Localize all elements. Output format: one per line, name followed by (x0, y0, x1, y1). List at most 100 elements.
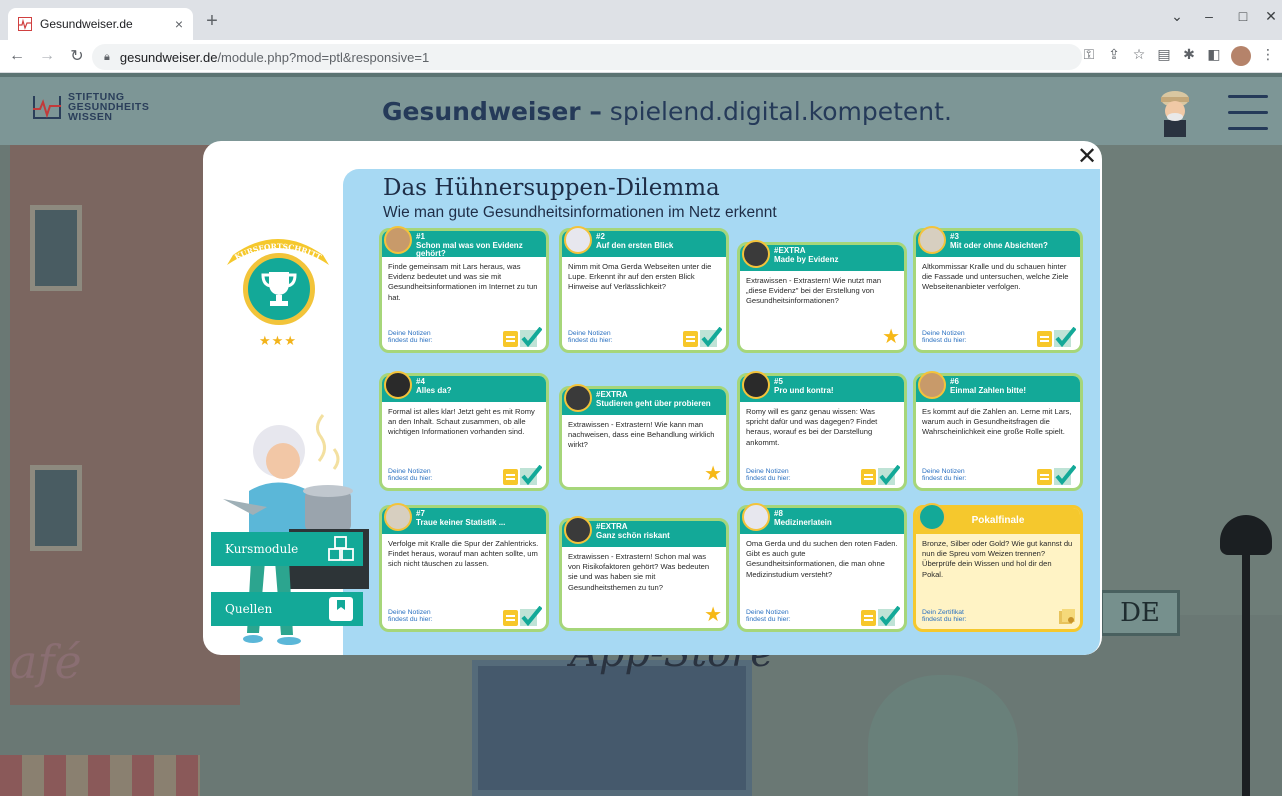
extensions-icon[interactable]: ✱ (1181, 46, 1197, 66)
module-title: Mit oder ohne Absichten? (950, 240, 1048, 250)
module-card[interactable]: #EXTRA Ganz schön riskant Extrawissen - Ex… (559, 516, 729, 631)
module-card[interactable]: #2 Auf den ersten Blick Nimm mit Oma Gerda… (559, 226, 729, 353)
new-tab-button[interactable]: + (200, 10, 224, 34)
module-card[interactable]: #1 Schon mal was von Evidenz gehört? Finde… (379, 226, 549, 353)
notes-icon[interactable] (861, 469, 876, 485)
notes-link[interactable]: Deine Notizen findest du hier: (568, 330, 628, 345)
notes-icon[interactable] (683, 331, 698, 347)
modal-title: Das Hühnersuppen-Dilemma (383, 175, 720, 201)
quellen-button[interactable]: Quellen (211, 592, 363, 626)
character-avatar (384, 226, 412, 254)
completed-check-icon (878, 606, 900, 626)
module-card[interactable]: #EXTRA Studieren geht über probieren Extra… (559, 384, 729, 490)
module-status (1058, 608, 1076, 626)
cafe-awning (0, 755, 200, 796)
notes-link[interactable]: Deine Notizen findest du hier: (388, 330, 448, 345)
notes-icon[interactable] (1037, 469, 1052, 485)
completed-check-icon (520, 606, 542, 626)
module-status (861, 606, 900, 626)
site-header: STIFTUNG GESUNDHEITS WISSEN Gesundweiser… (0, 73, 1282, 145)
kursmodule-button[interactable]: Kursmodule (211, 532, 363, 566)
quellen-label: Quellen (225, 602, 273, 616)
modal-close-button[interactable]: ✕ (1077, 145, 1097, 169)
completed-check-icon (878, 465, 900, 485)
module-title: Einmal Zahlen bitte! (950, 385, 1027, 395)
tab-close-icon[interactable]: × (175, 16, 183, 32)
module-title: Ganz schön riskant (596, 530, 670, 540)
certificate-link[interactable]: Dein Zertifikat findest du hier: (922, 609, 982, 624)
course-modal: ✕ Das Hühnersuppen-Dilemma Wie man gute … (203, 141, 1102, 655)
module-card[interactable]: #5 Pro und kontra! Romy will es ganz genau… (737, 371, 907, 491)
notes-link[interactable]: Deine Notizen findest du hier: (922, 468, 982, 483)
forward-arrow-icon[interactable]: → (34, 47, 60, 65)
module-description: Extrawissen - Extrastern! Wie nutzt man … (746, 276, 882, 306)
notes-icon[interactable] (861, 610, 876, 626)
modal-subtitle: Wie man gute Gesundheitsinformationen im… (383, 204, 777, 221)
module-description: Formal ist alles klar! Jetzt geht es mit… (388, 407, 535, 437)
trophy-icon (261, 272, 297, 306)
module-card[interactable]: Pokalfinale Bronze, Silber oder Gold? Wie… (913, 503, 1083, 632)
share-icon[interactable]: ⇪ (1106, 46, 1122, 66)
module-card[interactable]: #7 Traue keiner Statistik ... Verfolge mit… (379, 503, 549, 632)
character-avatar (564, 384, 592, 412)
character-avatar (564, 226, 592, 254)
extra-star-icon: ★ (704, 463, 722, 485)
shop-arch (868, 675, 1018, 796)
notes-link[interactable]: Deine Notizen findest du hier: (388, 609, 448, 624)
bookmark-star-icon[interactable]: ☆ (1131, 46, 1147, 66)
notes-link[interactable]: Deine Notizen findest du hier: (388, 468, 448, 483)
module-description: Bronze, Silber oder Gold? Wie gut kannst… (922, 539, 1073, 579)
character-avatar (564, 516, 592, 544)
browser-tab[interactable]: Gesundweiser.de × (8, 8, 193, 40)
side-panel-icon[interactable]: ◧ (1206, 46, 1222, 66)
module-status (683, 327, 722, 347)
module-card[interactable]: #EXTRA Made by Evidenz Extrawissen - Extra… (737, 240, 907, 353)
url-path: /module.php?mod=ptl&responsive=1 (217, 49, 430, 65)
reading-list-icon[interactable]: ▤ (1156, 46, 1172, 66)
character-avatar (918, 371, 946, 399)
module-card[interactable]: #3 Mit oder ohne Absichten? Altkommissar K… (913, 226, 1083, 353)
toolbar-icons: ⚿ ⇪ ☆ ▤ ✱ ◧ ⋮ (1081, 46, 1276, 66)
module-card-header: #EXTRA Studieren geht über probieren (562, 384, 726, 415)
module-card[interactable]: #8 Medizinerlatein Oma Gerda und du suchen… (737, 503, 907, 632)
module-card[interactable]: #6 Einmal Zahlen bitte! Es kommt auf die Z… (913, 371, 1083, 491)
book-icon (329, 597, 353, 621)
profile-avatar[interactable] (1231, 46, 1251, 66)
address-bar[interactable]: 🔒︎ gesundweiser.de/module.php?mod=ptl&re… (92, 44, 1082, 70)
close-window-button[interactable]: ✕ (1248, 8, 1282, 25)
back-arrow-icon[interactable]: ← (4, 47, 30, 65)
module-description: Nimm mit Oma Gerda Webseiten unter die L… (568, 262, 712, 292)
notes-link[interactable]: Deine Notizen findest du hier: (746, 468, 806, 483)
certificate-icon[interactable] (1058, 608, 1076, 626)
notes-icon[interactable] (503, 469, 518, 485)
notes-icon[interactable] (503, 610, 518, 626)
key-icon[interactable]: ⚿ (1081, 46, 1097, 66)
url-host: gesundweiser.de (119, 49, 218, 65)
module-description: Es kommt auf die Zahlen an. Lerne mit La… (922, 407, 1072, 437)
module-title: Pro und kontra! (774, 385, 834, 395)
module-description: Extrawissen - Extrastern! Schon mal was … (568, 552, 710, 592)
browser-toolbar: ← → ↻ 🔒︎ gesundweiser.de/module.php?mod=… (0, 40, 1282, 73)
trophy-badge (243, 253, 315, 325)
notes-icon[interactable] (1037, 331, 1052, 347)
hamburger-menu-icon[interactable] (1228, 95, 1268, 131)
module-card-header: #4 Alles da? (382, 371, 546, 402)
character-avatar (742, 371, 770, 399)
module-status (861, 465, 900, 485)
notes-link[interactable]: Deine Notizen findest du hier: (922, 330, 982, 345)
notes-link[interactable]: Deine Notizen findest du hier: (746, 609, 806, 624)
notes-icon[interactable] (503, 331, 518, 347)
cubes-icon (328, 536, 354, 561)
stiftung-logo[interactable]: STIFTUNG GESUNDHEITS WISSEN (32, 92, 149, 122)
detective-mascot-icon[interactable] (1158, 87, 1192, 137)
appstore-storefront (472, 660, 752, 796)
menu-dots-icon[interactable]: ⋮ (1260, 46, 1276, 66)
module-card[interactable]: #4 Alles da? Formal ist alles klar! Jetzt … (379, 371, 549, 491)
window-decoration (30, 205, 82, 291)
speech-bubble-icon (918, 503, 946, 531)
reload-icon[interactable]: ↻ (64, 46, 90, 66)
extra-star-icon: ★ (704, 604, 722, 626)
module-card-header: #1 Schon mal was von Evidenz gehört? (382, 226, 546, 258)
module-card-header: #EXTRA Made by Evidenz (740, 240, 904, 271)
site-title: Gesundweiser – spielend.digital.kompeten… (382, 97, 952, 126)
